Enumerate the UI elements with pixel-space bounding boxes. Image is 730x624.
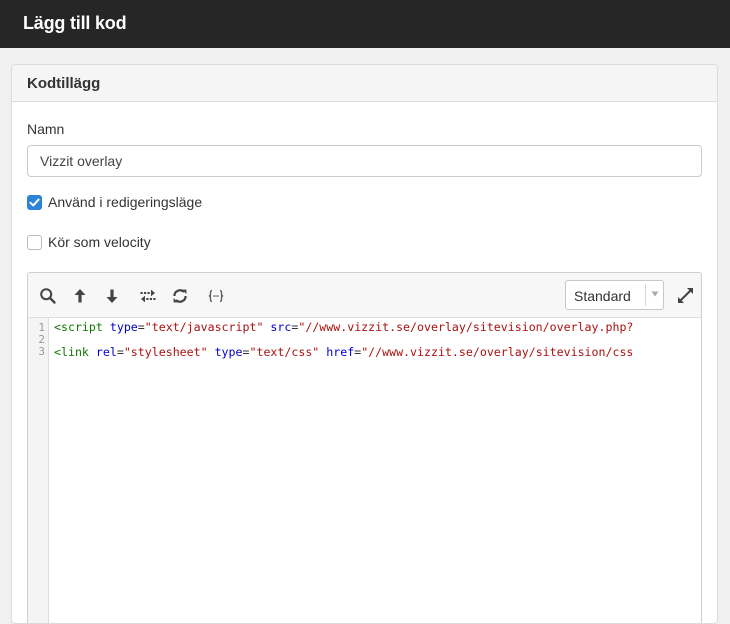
code-line[interactable]: <script type="text/javascript" src="//ww… <box>54 320 633 334</box>
editor-toolbar: Standard <box>28 273 701 318</box>
window-title: Lägg till kod <box>0 0 730 48</box>
code-token-plain: = <box>137 320 145 334</box>
code-editor[interactable]: Standard 1 2 3 <script type="text/javasc… <box>27 272 702 623</box>
mode-select-value: Standard <box>574 288 631 304</box>
refresh-icon[interactable] <box>170 286 190 306</box>
code-token-plain: = <box>116 345 124 359</box>
code-token-str: "text/javascript" <box>144 320 264 334</box>
code-token-attr: src <box>270 320 292 334</box>
arrow-down-icon[interactable] <box>102 286 122 306</box>
code-token-str: "stylesheet" <box>123 345 208 359</box>
code-token-tag: <link <box>54 345 89 359</box>
run-as-velocity-checkbox[interactable] <box>27 234 42 250</box>
code-token-str: "//www.vizzit.se/overlay/sitevision/css <box>361 345 634 359</box>
code-token-str: "text/css" <box>249 345 320 359</box>
code-token-attr: href <box>326 345 355 359</box>
caret-down-icon <box>651 291 659 297</box>
use-in-edit-mode-label: Använd i redigeringsläge <box>48 194 203 210</box>
format-braces-icon[interactable] <box>206 286 226 306</box>
use-in-edit-mode-checkbox[interactable] <box>27 194 42 210</box>
run-as-velocity-label: Kör som velocity <box>48 234 151 250</box>
expand-icon[interactable] <box>675 285 695 305</box>
mode-select[interactable]: Standard <box>565 280 664 310</box>
code-token-tag: <script <box>54 320 103 334</box>
code-token-attr: rel <box>95 345 117 359</box>
code-token-attr: type <box>214 345 243 359</box>
checkmark-icon <box>29 198 40 206</box>
name-input[interactable] <box>27 145 702 177</box>
select-divider <box>645 284 646 306</box>
name-label: Namn <box>27 121 65 137</box>
run-as-velocity-checkbox-row[interactable]: Kör som velocity <box>27 234 151 250</box>
code-addition-panel: Kodtillägg Namn Använd i redigeringsläge… <box>11 64 718 624</box>
code-token-str: "//www.vizzit.se/overlay/sitevision/over… <box>298 320 634 334</box>
code-line[interactable]: <link rel="stylesheet" type="text/css" h… <box>54 345 633 359</box>
search-icon[interactable] <box>38 286 58 306</box>
code-token-attr: type <box>109 320 138 334</box>
line-number: 3 <box>38 345 45 358</box>
replace-icon[interactable] <box>138 286 158 306</box>
arrow-up-icon[interactable] <box>70 286 90 306</box>
panel-heading: Kodtillägg <box>12 65 717 102</box>
use-in-edit-mode-checkbox-row[interactable]: Använd i redigeringsläge <box>27 194 202 210</box>
line-number-gutter: 1 2 3 <box>28 318 49 623</box>
